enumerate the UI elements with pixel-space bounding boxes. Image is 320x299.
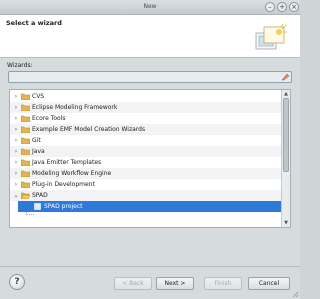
wizard-banner-icon xyxy=(255,23,287,50)
help-button[interactable]: ? xyxy=(9,274,25,290)
open-folder-icon xyxy=(21,192,30,199)
folder-icon xyxy=(21,93,30,100)
title-bar[interactable]: New – + × xyxy=(0,0,300,15)
tree-item-modeling-workflow-engine[interactable]: › Modeling Workflow Engine xyxy=(10,168,282,179)
wizards-label: Wizards: xyxy=(7,62,33,69)
tree-item-label: Ecore Tools xyxy=(32,115,66,122)
finish-button[interactable]: Finish xyxy=(204,277,242,290)
collapse-arrow-icon[interactable]: ⌄ xyxy=(13,192,19,199)
tree-item-label: Modeling Workflow Engine xyxy=(32,170,112,177)
scroll-up-icon[interactable]: ▲ xyxy=(282,90,290,98)
folder-icon xyxy=(21,170,30,177)
wizard-banner: Select a wizard xyxy=(0,15,300,58)
expand-arrow-icon[interactable]: › xyxy=(13,93,19,100)
wizard-filter-input[interactable] xyxy=(8,71,292,83)
maximize-icon[interactable]: + xyxy=(277,2,287,12)
tree-item-plugin-development[interactable]: › Plug-in Development xyxy=(10,179,282,190)
tree-item-label: Java Emitter Templates xyxy=(32,159,102,166)
wizard-tree[interactable]: › CVS › Eclipse Modeling Framework › Eco… xyxy=(9,89,291,228)
tree-item-label: Plug-in Development xyxy=(32,181,95,188)
expand-arrow-icon[interactable]: › xyxy=(13,104,19,111)
tree-item-cvs[interactable]: › CVS xyxy=(10,91,282,102)
tree-item-label: SPAD project xyxy=(44,203,83,210)
expand-arrow-icon[interactable]: › xyxy=(13,159,19,166)
tree-item-spad-project[interactable]: SPAD project xyxy=(18,201,282,212)
folder-icon xyxy=(21,148,30,155)
expand-arrow-icon[interactable]: › xyxy=(13,181,19,188)
spad-project-icon xyxy=(34,203,41,210)
tree-item-ecore-tools[interactable]: › Ecore Tools xyxy=(10,113,282,124)
folder-icon xyxy=(21,104,30,111)
folder-icon xyxy=(21,159,30,166)
tree-item-label: Java xyxy=(32,148,45,155)
expand-arrow-icon[interactable]: › xyxy=(13,148,19,155)
new-wizard-window: New – + × Select a wizard Wizards: › CVS… xyxy=(0,0,300,299)
tree-item-example-emf-wizards[interactable]: › Example EMF Model Creation Wizards xyxy=(10,124,282,135)
tree-item-label: SPAD xyxy=(32,192,48,199)
window-title: New xyxy=(143,3,157,10)
tree-guide-branch xyxy=(26,214,34,215)
tree-item-eclipse-modeling-framework[interactable]: › Eclipse Modeling Framework xyxy=(10,102,282,113)
tree-item-label: Eclipse Modeling Framework xyxy=(32,104,118,111)
tree-item-spad[interactable]: ⌄ SPAD xyxy=(10,190,282,201)
tree-item-label: Example EMF Model Creation Wizards xyxy=(32,126,146,133)
next-button[interactable]: Next > xyxy=(156,277,194,290)
expand-arrow-icon[interactable]: › xyxy=(13,126,19,133)
clear-filter-icon[interactable] xyxy=(281,73,290,81)
close-icon[interactable]: × xyxy=(289,2,299,12)
tree-item-java-emitter-templates[interactable]: › Java Emitter Templates xyxy=(10,157,282,168)
tree-item-label: Git xyxy=(32,137,41,144)
back-button[interactable]: < Back xyxy=(114,277,152,290)
folder-icon xyxy=(21,126,30,133)
page-title: Select a wizard xyxy=(6,19,62,27)
folder-icon xyxy=(21,115,30,122)
tree-item-label: CVS xyxy=(32,93,45,100)
tree-scrollbar[interactable]: ▲ ▼ xyxy=(281,90,290,227)
scroll-down-icon[interactable]: ▼ xyxy=(282,219,290,227)
expand-arrow-icon[interactable]: › xyxy=(13,170,19,177)
folder-icon xyxy=(21,181,30,188)
tree-item-git[interactable]: › Git xyxy=(10,135,282,146)
tree-item-java[interactable]: › Java xyxy=(10,146,282,157)
scrollbar-thumb[interactable] xyxy=(283,98,289,172)
expand-arrow-icon[interactable]: › xyxy=(13,115,19,122)
folder-icon xyxy=(21,137,30,144)
button-bar-separator xyxy=(0,266,300,267)
resize-grip-icon[interactable] xyxy=(291,290,299,298)
minimize-icon[interactable]: – xyxy=(265,2,275,12)
expand-arrow-icon[interactable]: › xyxy=(13,137,19,144)
cancel-button[interactable]: Cancel xyxy=(248,277,290,290)
